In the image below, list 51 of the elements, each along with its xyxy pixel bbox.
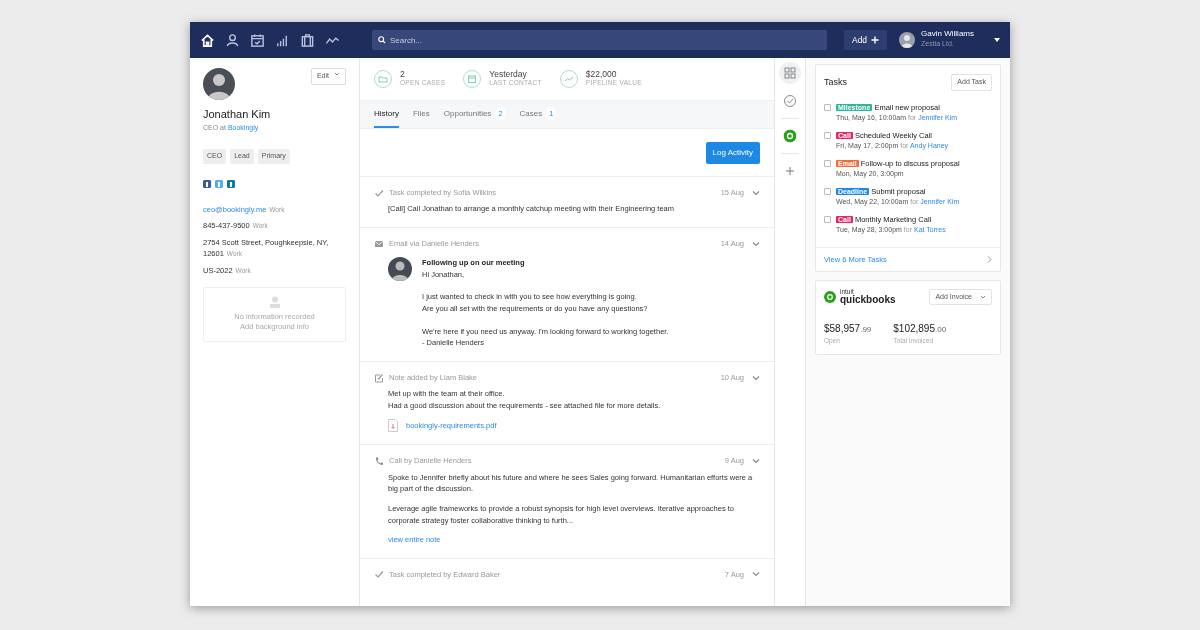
amount-cents: .00 [935,325,947,335]
stat-value: $22,000 [585,69,618,79]
avatar[interactable] [899,32,916,48]
envelope-icon [374,238,384,249]
amount: $58,957 [824,323,861,335]
logo-icon[interactable] [783,129,797,143]
briefcase-icon[interactable] [300,32,315,48]
person-icon [269,295,280,308]
amount: $102,895 [893,323,935,335]
contact-name: Jonathan Kim [203,107,272,122]
chevron-down-icon [334,71,340,77]
grid-icon[interactable] [784,67,796,79]
avatar [388,257,412,282]
plus-icon [871,36,880,44]
chevron-down-icon[interactable] [752,458,760,464]
tab[interactable]: History [374,101,399,128]
pdf-file-icon [388,419,398,433]
chevron-down-icon[interactable] [752,240,760,247]
chevron-down-icon[interactable] [752,571,760,578]
tab[interactable]: Files [412,101,430,128]
tasks-title: Tasks [824,75,847,89]
home-icon[interactable] [200,32,215,48]
checkbox[interactable] [824,187,831,195]
brand-name: quickbooks [840,295,896,306]
check-circle-icon[interactable] [783,94,797,108]
check-icon [374,187,384,198]
user-name: Gavin Williams [921,30,974,40]
caret-icon[interactable] [994,38,1000,42]
search-icon [378,36,386,44]
chevron-down-icon [980,294,986,300]
checkbox[interactable] [824,131,831,139]
checkbox[interactable] [824,159,831,167]
check-icon [374,569,384,580]
calendar-icon[interactable] [250,32,265,48]
person-icon[interactable] [225,32,240,48]
search-field[interactable]: Search... [372,30,827,50]
chevron-right-icon[interactable] [987,255,992,263]
chevron-down-icon[interactable] [752,374,760,381]
logo-icon [824,291,836,303]
plus-icon[interactable] [785,166,795,176]
edit-icon [374,372,384,383]
checkbox[interactable] [824,103,831,111]
amount-cents: .99 [860,325,872,335]
chevron-down-icon[interactable] [752,189,760,196]
phone-icon [374,456,384,466]
stat-value: Yesterday [489,69,528,79]
add-button[interactable]: Add [843,30,888,50]
log-activity-button[interactable]: Log Activity [705,142,760,164]
checkbox[interactable] [824,215,831,223]
avatar [203,68,235,100]
stat-value: 2 [400,69,406,79]
